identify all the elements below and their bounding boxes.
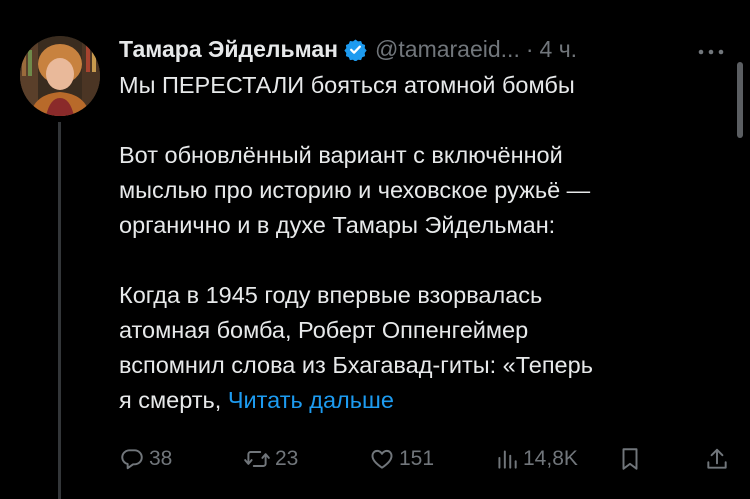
tweet-header: Тамара Эйдельман @tamaraeid... · 4 ч. [119, 34, 577, 64]
read-more-link[interactable]: Читать дальше [228, 387, 394, 413]
tweet-line: атомная бомба, Роберт Оппенгеймер [119, 317, 529, 343]
tweet-line: мыслью про историю и чеховское ружьё — [119, 177, 591, 203]
repost-icon [243, 446, 271, 472]
bookmark-icon [619, 446, 641, 472]
scrollbar[interactable] [737, 62, 743, 138]
tweet-last-line: я смерть, Читать дальше [119, 383, 719, 418]
repost-button[interactable]: 23 [243, 444, 298, 474]
like-button[interactable]: 151 [369, 444, 434, 474]
tweet-time[interactable]: 4 ч. [540, 36, 578, 63]
reply-icon [119, 446, 145, 472]
thread-line [58, 122, 61, 499]
tweet-line: органично и в духе Тамары Эйдельман: [119, 212, 556, 238]
reply-button[interactable]: 38 [119, 444, 172, 474]
author-handle[interactable]: @tamaraeid... [375, 36, 520, 63]
avatar[interactable] [20, 36, 100, 116]
tweet[interactable]: Тамара Эйдельман @tamaraeid... · 4 ч. Мы… [0, 0, 750, 499]
repost-count: 23 [275, 447, 299, 470]
author-name[interactable]: Тамара Эйдельман [119, 36, 338, 63]
tweet-line: Когда в 1945 году впервые взорвалась [119, 282, 543, 308]
tweet-actions: 38 23 151 14,8K [119, 444, 731, 474]
verified-badge-icon [344, 38, 367, 62]
heart-icon [369, 446, 395, 472]
views-icon [495, 446, 519, 472]
views-button[interactable]: 14,8K [495, 444, 578, 474]
tweet-line: Вот обновлённый вариант с включённой [119, 142, 563, 168]
header-separator: · [525, 35, 534, 62]
tweet-line: Мы ПЕРЕСТАЛИ бояться атомной бомбы [119, 72, 575, 98]
tweet-last-line-text: я смерть, [119, 387, 228, 413]
bookmark-button[interactable] [619, 444, 641, 474]
tweet-line: вспомнил слова из Бхагавад-гиты: «Теперь [119, 352, 593, 378]
tweet-text: Мы ПЕРЕСТАЛИ бояться атомной бомбы Вот о… [119, 68, 719, 418]
avatar-image [20, 36, 100, 116]
like-count: 151 [399, 447, 435, 470]
views-count: 14,8K [523, 447, 578, 470]
share-icon [705, 446, 729, 472]
share-button[interactable] [705, 444, 729, 474]
more-options-icon[interactable] [696, 44, 726, 55]
reply-count: 38 [149, 447, 173, 470]
